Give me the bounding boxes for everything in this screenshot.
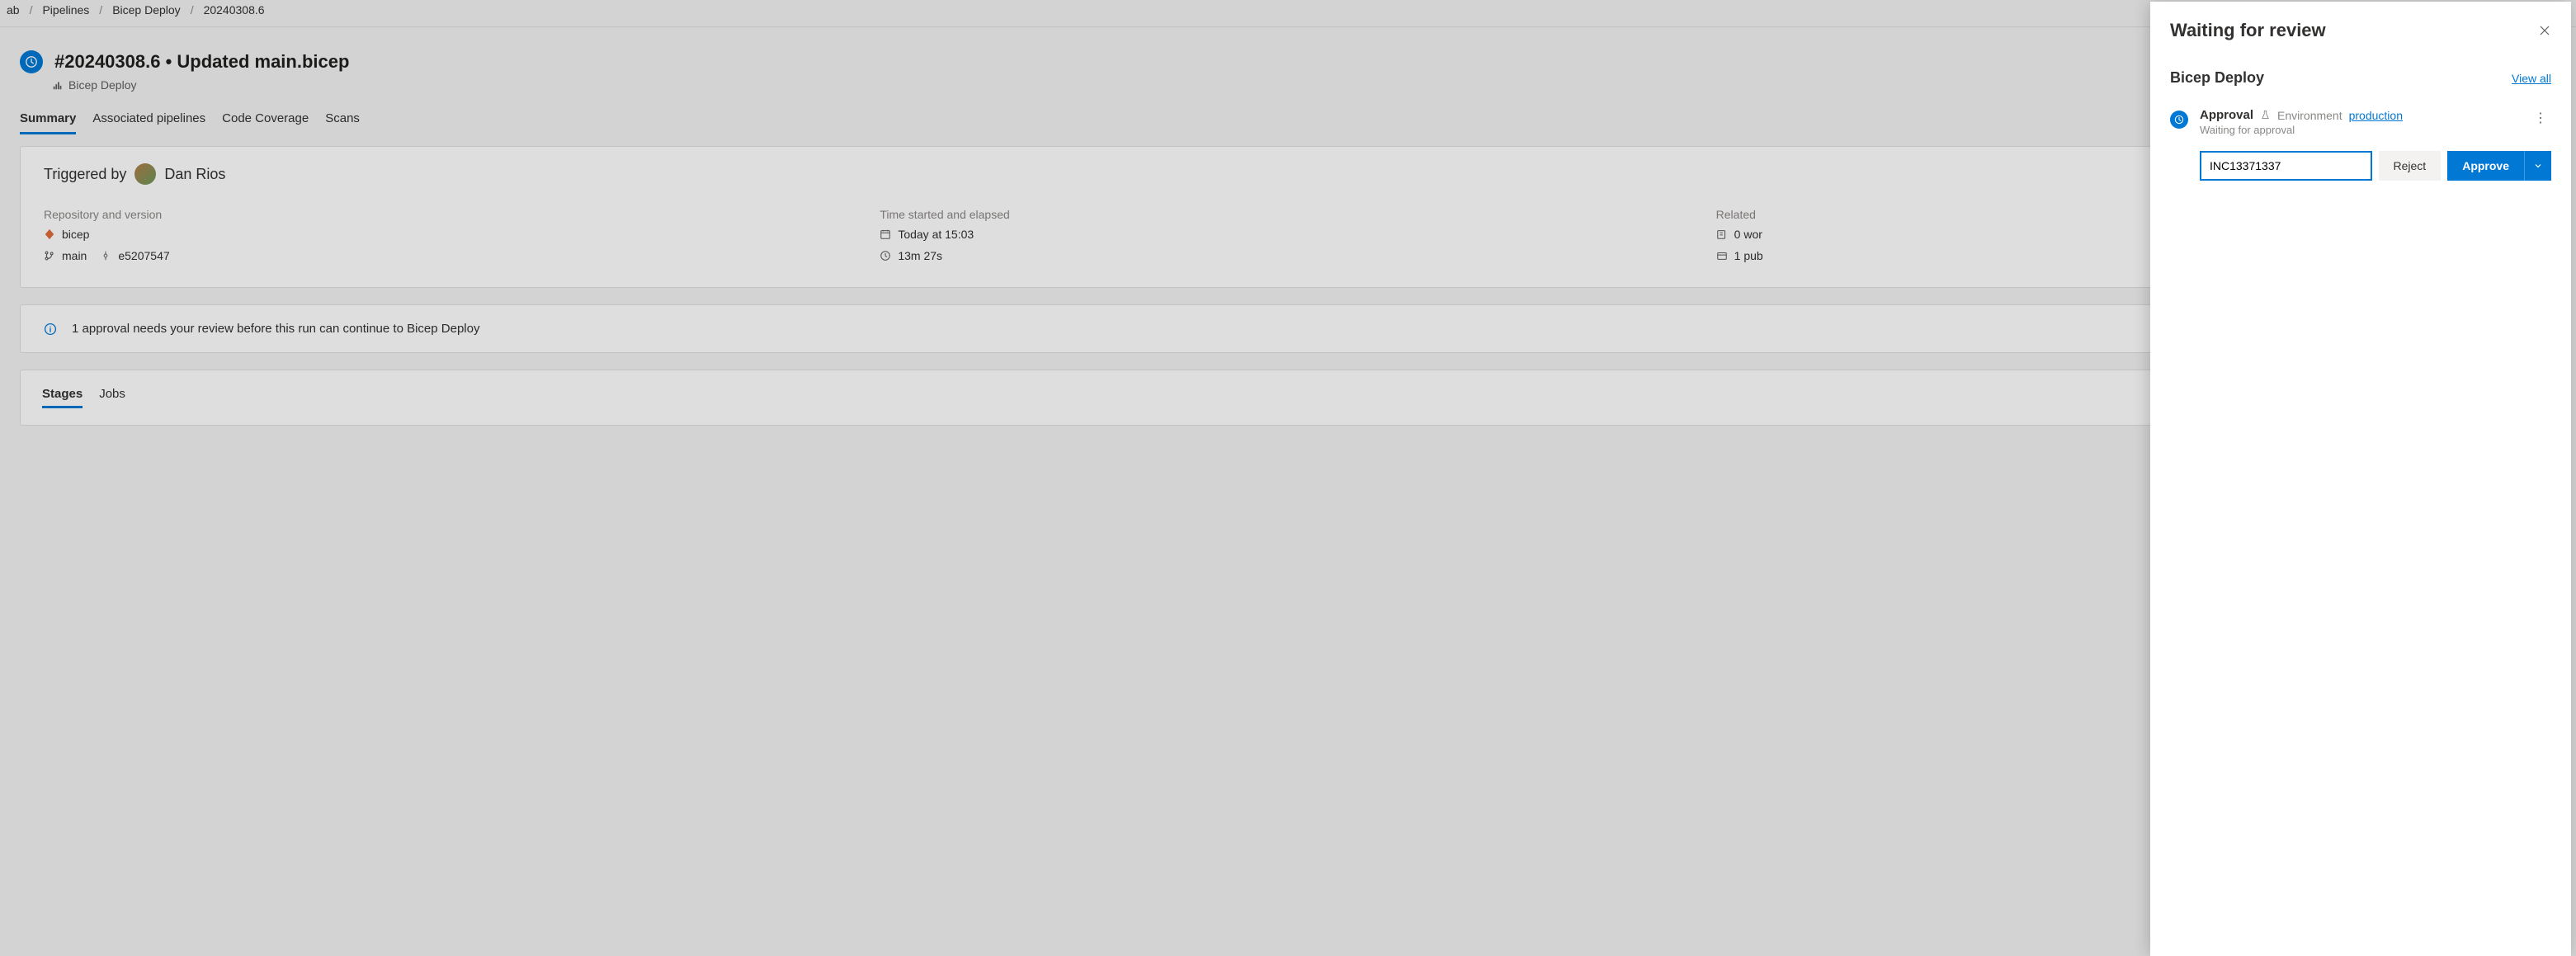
artifacts-count[interactable]: 1 pub: [1734, 249, 1763, 262]
time-elapsed: 13m 27s: [898, 249, 942, 262]
breadcrumb-separator: /: [191, 3, 194, 16]
work-item-icon: [1716, 228, 1728, 240]
approval-status-text: Waiting for approval: [2200, 124, 2403, 136]
breadcrumb-project[interactable]: ab: [7, 3, 20, 16]
repo-name[interactable]: bicep: [62, 228, 89, 241]
branch-icon: [44, 250, 55, 261]
pipeline-icon: [52, 79, 64, 91]
approval-comment-input[interactable]: [2200, 151, 2372, 181]
repo-version-label: Repository and version: [44, 208, 860, 221]
pipeline-subtitle[interactable]: Bicep Deploy: [68, 78, 137, 92]
breadcrumb-separator: /: [30, 3, 33, 16]
tab-stages[interactable]: Stages: [42, 387, 83, 408]
tab-jobs[interactable]: Jobs: [99, 387, 125, 408]
environment-label: Environment: [2277, 109, 2342, 122]
chevron-down-icon: [2533, 161, 2543, 171]
avatar[interactable]: [134, 163, 156, 185]
tab-associated-pipelines[interactable]: Associated pipelines: [92, 111, 205, 134]
approval-title: Approval: [2200, 108, 2253, 122]
environment-link[interactable]: production: [2349, 109, 2403, 122]
tab-scans[interactable]: Scans: [325, 111, 360, 134]
approve-dropdown-button[interactable]: [2524, 151, 2551, 181]
view-all-link[interactable]: View all: [2512, 72, 2551, 85]
close-icon[interactable]: [2538, 24, 2551, 37]
more-options-icon[interactable]: ⋮: [2529, 108, 2551, 128]
tab-summary[interactable]: Summary: [20, 111, 76, 134]
tab-code-coverage[interactable]: Code Coverage: [222, 111, 309, 134]
review-flyout-panel: Waiting for review Bicep Deploy View all…: [2150, 2, 2571, 956]
flask-icon: [2260, 110, 2271, 120]
artifact-icon: [1716, 250, 1728, 261]
clock-icon: [880, 250, 891, 261]
approval-info-text: 1 approval needs your review before this…: [72, 322, 479, 336]
time-label: Time started and elapsed: [880, 208, 1696, 221]
breadcrumb-separator: /: [99, 3, 102, 16]
reject-button[interactable]: Reject: [2379, 151, 2442, 181]
flyout-title: Waiting for review: [2170, 20, 2326, 41]
breadcrumb-pipeline-name[interactable]: Bicep Deploy: [112, 3, 181, 16]
repo-icon: [44, 228, 55, 240]
approval-status-icon: [2170, 111, 2188, 129]
commit-icon: [100, 251, 111, 261]
breadcrumb-pipelines[interactable]: Pipelines: [42, 3, 89, 16]
work-items-count[interactable]: 0 wor: [1734, 228, 1762, 241]
breadcrumb-run-id[interactable]: 20240308.6: [204, 3, 265, 16]
triggered-by-user[interactable]: Dan Rios: [164, 166, 225, 183]
commit-hash[interactable]: e5207547: [118, 249, 169, 262]
triggered-by-label: Triggered by: [44, 166, 126, 183]
page-title: #20240308.6 • Updated main.bicep: [54, 51, 349, 73]
flyout-pipeline-name: Bicep Deploy: [2170, 69, 2264, 87]
approve-button[interactable]: Approve: [2447, 151, 2524, 181]
status-clock-icon: [20, 50, 43, 73]
time-started: Today at 15:03: [898, 228, 974, 241]
calendar-icon: [880, 228, 891, 240]
branch-name[interactable]: main: [62, 249, 87, 262]
info-icon: [44, 323, 57, 336]
